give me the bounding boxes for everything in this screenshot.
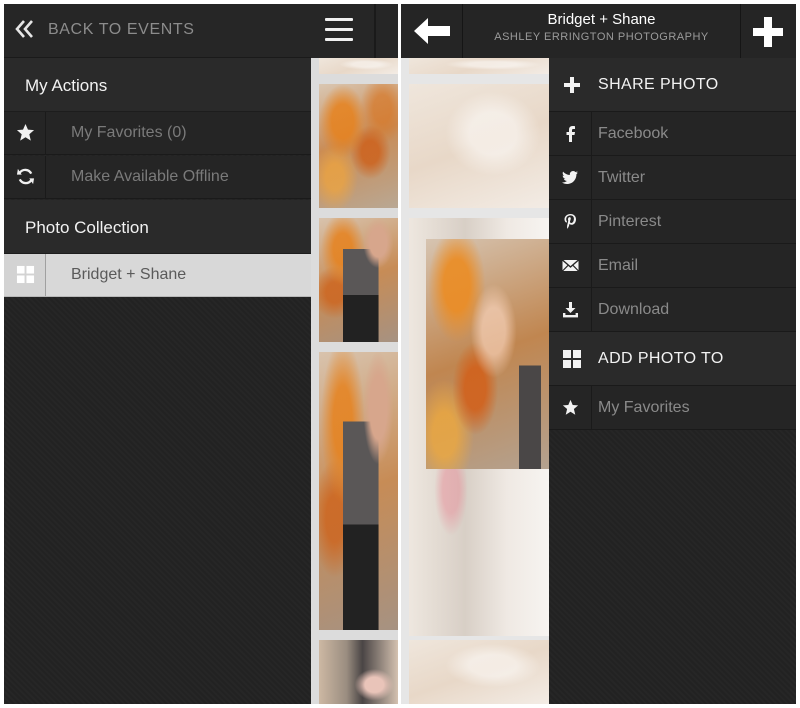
- menu-item-my-favorites[interactable]: My Favorites (0): [4, 112, 311, 155]
- facebook-icon-box: [549, 112, 592, 155]
- share-item-label: Email: [598, 257, 639, 274]
- facebook-icon: [566, 126, 575, 142]
- share-facebook-button[interactable]: Facebook: [549, 112, 796, 156]
- download-icon-box: [549, 288, 592, 331]
- grid-icon: [16, 265, 35, 284]
- grid-icon-box: [4, 254, 46, 296]
- hamburger-menu-icon[interactable]: [325, 18, 353, 42]
- refresh-icon-box: [4, 156, 46, 198]
- arrow-left-icon: [414, 18, 450, 44]
- add-to-favorites-button[interactable]: My Favorites: [549, 386, 796, 430]
- add-button[interactable]: [740, 4, 796, 58]
- photo-thumbnail[interactable]: [409, 84, 549, 208]
- section-title: My Actions: [25, 76, 108, 95]
- section-title: ADD PHOTO TO: [598, 350, 724, 367]
- menu-item-label: Make Available Offline: [71, 168, 229, 185]
- right-pane: Bridget + Shane ASHLEY ERRINGTON PHOTOGR…: [401, 4, 796, 704]
- share-download-button[interactable]: Download: [549, 288, 796, 332]
- share-menu: SHARE PHOTO Facebook Twitter Pinterest E…: [549, 58, 796, 704]
- share-email-button[interactable]: Email: [549, 244, 796, 288]
- menu-item-label: My Favorites (0): [71, 124, 187, 141]
- back-button[interactable]: [401, 4, 463, 58]
- star-icon-box: [549, 386, 592, 429]
- photo-thumbnail[interactable]: [319, 640, 398, 704]
- peek-header: [311, 4, 398, 58]
- star-icon: [562, 399, 579, 415]
- share-item-label: Facebook: [598, 125, 669, 142]
- photo-thumbnail[interactable]: [319, 84, 398, 208]
- photo-thumbnail[interactable]: [409, 58, 549, 74]
- pinterest-icon: [564, 214, 576, 229]
- gallery-title: Bridget + Shane: [547, 11, 656, 28]
- share-item-label: Download: [598, 301, 670, 318]
- twitter-icon-box: [549, 156, 592, 199]
- menu-item-label: Bridget + Shane: [71, 266, 187, 283]
- add-item-label: My Favorites: [598, 399, 690, 416]
- photo-thumbnail[interactable]: [319, 218, 398, 342]
- pinterest-icon-box: [549, 200, 592, 243]
- share-twitter-button[interactable]: Twitter: [549, 156, 796, 200]
- back-to-events-button[interactable]: BACK TO EVENTS: [4, 4, 311, 58]
- plus-icon: [564, 77, 580, 93]
- download-icon: [563, 302, 578, 318]
- header-divider: [374, 4, 376, 58]
- side-menu: BACK TO EVENTS My Actions My Favorites (…: [4, 4, 311, 704]
- photo-thumbnail[interactable]: [319, 352, 398, 630]
- section-photo-collection: Photo Collection: [4, 200, 311, 254]
- left-pane: BACK TO EVENTS My Actions My Favorites (…: [4, 4, 398, 704]
- share-item-label: Pinterest: [598, 213, 662, 230]
- twitter-icon: [562, 171, 578, 184]
- section-my-actions: My Actions: [4, 58, 311, 112]
- share-item-label: Twitter: [598, 169, 646, 186]
- selected-photo[interactable]: [426, 239, 549, 469]
- section-title: Photo Collection: [25, 218, 149, 237]
- photo-thumbnail[interactable]: [319, 58, 398, 74]
- photo-thumbnail[interactable]: [409, 640, 549, 704]
- share-pinterest-button[interactable]: Pinterest: [549, 200, 796, 244]
- menu-item-bridget-shane[interactable]: Bridget + Shane: [4, 254, 311, 297]
- menu-item-make-offline[interactable]: Make Available Offline: [4, 156, 311, 199]
- star-icon-box: [4, 112, 46, 154]
- photographer-name: ASHLEY ERRINGTON PHOTOGRAPHY: [494, 31, 709, 43]
- refresh-icon: [16, 168, 35, 185]
- back-to-events-label: BACK TO EVENTS: [48, 21, 195, 38]
- plus-icon: [753, 17, 783, 47]
- add-photo-to-heading: ADD PHOTO TO: [549, 332, 796, 386]
- share-photo-heading: SHARE PHOTO: [549, 58, 796, 112]
- star-icon: [16, 123, 35, 141]
- double-chevron-left-icon: [15, 20, 33, 38]
- grid-icon: [563, 350, 581, 368]
- email-icon: [562, 259, 579, 272]
- email-icon-box: [549, 244, 592, 287]
- section-title: SHARE PHOTO: [598, 76, 719, 93]
- viewer-header: Bridget + Shane ASHLEY ERRINGTON PHOTOGR…: [401, 4, 796, 58]
